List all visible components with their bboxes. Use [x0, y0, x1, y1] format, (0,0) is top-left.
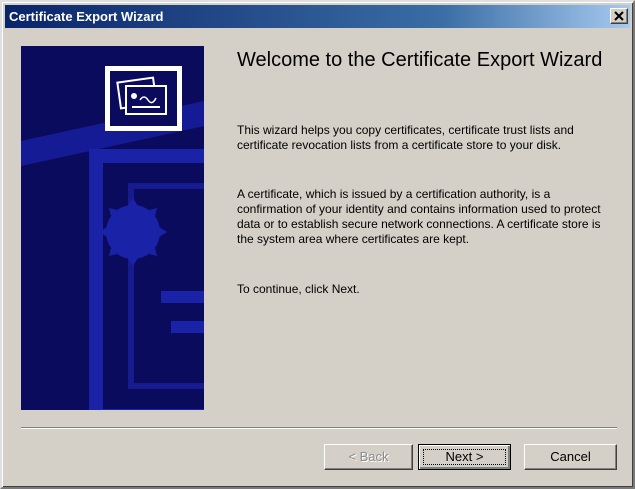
intro-paragraph: This wizard helps you copy certificates,… [237, 123, 574, 152]
title-bar[interactable]: Certificate Export Wizard [5, 5, 630, 28]
seal-icon [99, 198, 167, 266]
certificate-icon [105, 66, 182, 131]
close-icon [614, 11, 624, 21]
window-title: Certificate Export Wizard [9, 9, 164, 24]
description-paragraph: A certificate, which is issued by a cert… [237, 187, 601, 246]
cancel-button-label: Cancel [550, 449, 591, 464]
continue-paragraph: To continue, click Next. [237, 282, 360, 296]
close-button[interactable] [610, 8, 628, 24]
back-button[interactable]: < Back [324, 444, 413, 470]
certificate-illustration [21, 46, 204, 410]
button-separator [21, 427, 617, 429]
page-title: Welcome to the Certificate Export Wizard [237, 49, 603, 71]
wizard-banner-image [21, 46, 204, 410]
next-button[interactable]: Next > [418, 444, 511, 470]
cancel-button[interactable]: Cancel [524, 444, 617, 470]
back-button-label: < Back [348, 449, 389, 464]
next-button-label: Next > [445, 449, 484, 464]
wizard-window: Certificate Export Wizard Welcome to the… [0, 0, 635, 489]
